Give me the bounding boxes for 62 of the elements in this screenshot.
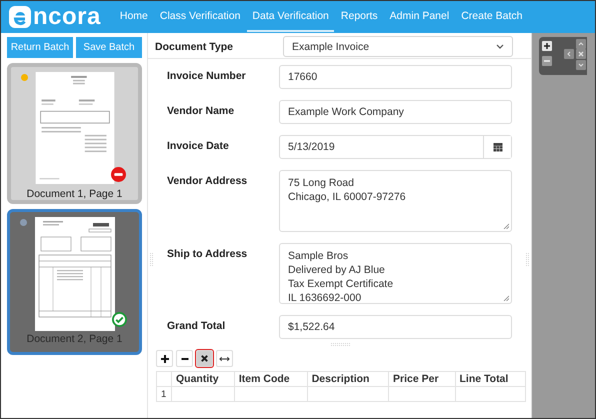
address-textarea[interactable]: 75 Long Road Chicago, IL 60007-97276 (279, 170, 512, 232)
column-header: Description (307, 372, 389, 386)
document-label: Document 1, Page 1 (26, 188, 122, 200)
zoom-out-button[interactable] (542, 56, 552, 66)
logo-text: ncora (33, 5, 101, 29)
document-type-select[interactable]: Example Invoice (283, 36, 513, 57)
field-label: Ship to Address (167, 247, 248, 260)
field-label: Vendor Address (167, 174, 248, 187)
nav-link[interactable]: Create Batch (456, 2, 528, 32)
zoom-in-button[interactable] (542, 41, 552, 51)
column-header: Quantity (172, 372, 234, 386)
chevron-left-icon (567, 51, 571, 57)
drag-handle-icon[interactable] (150, 253, 153, 267)
add-row-button[interactable] (156, 350, 173, 367)
calendar-button[interactable] (483, 136, 511, 158)
resize-grip-icon[interactable] (503, 295, 509, 301)
remove-row-button[interactable] (176, 350, 193, 367)
close-icon (578, 51, 584, 57)
date-field[interactable]: 5/13/2019 (279, 135, 512, 159)
batch-button[interactable]: Save Batch (76, 37, 142, 58)
drag-handle-icon[interactable] (331, 343, 351, 346)
nav-link[interactable]: Reports (336, 2, 383, 32)
nav-link[interactable]: Admin Panel (384, 2, 454, 32)
plus-icon (160, 354, 170, 364)
nav-link[interactable]: Data Verification (247, 2, 334, 32)
reset-view-button[interactable] (576, 49, 586, 59)
row-number: 1 (156, 386, 172, 402)
logo-icon (9, 6, 31, 28)
field-label: Vendor Name (167, 104, 236, 117)
text-field[interactable]: Example Work Company (279, 100, 512, 124)
column-header: Price Per (388, 372, 456, 386)
delete-button[interactable] (196, 350, 213, 367)
field-label: Document Type (155, 40, 234, 52)
document-card[interactable]: Document 2, Page 1 (7, 209, 142, 355)
resize-grip-icon[interactable] (503, 223, 509, 229)
text-field[interactable]: 17660 (279, 65, 512, 89)
pan-left-button[interactable] (564, 49, 574, 59)
blocked-icon (111, 167, 126, 182)
close-icon (200, 354, 209, 363)
nav-link[interactable]: Home (114, 2, 153, 32)
document-label: Document 2, Page 1 (26, 333, 122, 345)
plus-icon (543, 42, 551, 50)
chevron-up-icon (578, 42, 584, 46)
nav-link[interactable]: Class Verification (154, 2, 246, 32)
address-textarea[interactable]: Sample Bros Delivered by AJ Blue Tax Exempt Certificate IL 1636692-000 (279, 243, 512, 304)
resize-columns-button[interactable] (216, 350, 233, 367)
field-label: Grand Total (167, 319, 226, 332)
pan-down-button[interactable] (576, 60, 586, 70)
check-icon (112, 312, 127, 327)
text-field[interactable]: $1,522.64 (279, 315, 512, 339)
calendar-icon (492, 142, 502, 152)
chevron-down-icon (496, 44, 504, 49)
drag-handle-icon[interactable] (526, 253, 529, 267)
column-header: Item Code (234, 372, 308, 386)
chevron-down-icon (578, 63, 584, 67)
field-label: Invoice Number (167, 69, 247, 82)
document-card[interactable]: Document 1, Page 1 (7, 63, 142, 204)
batch-button[interactable]: Return Batch (7, 37, 73, 58)
column-header: Line Total (455, 372, 526, 386)
field-label: Invoice Date (167, 139, 230, 152)
double-arrow-icon (219, 354, 230, 362)
pan-up-button[interactable] (576, 39, 586, 49)
